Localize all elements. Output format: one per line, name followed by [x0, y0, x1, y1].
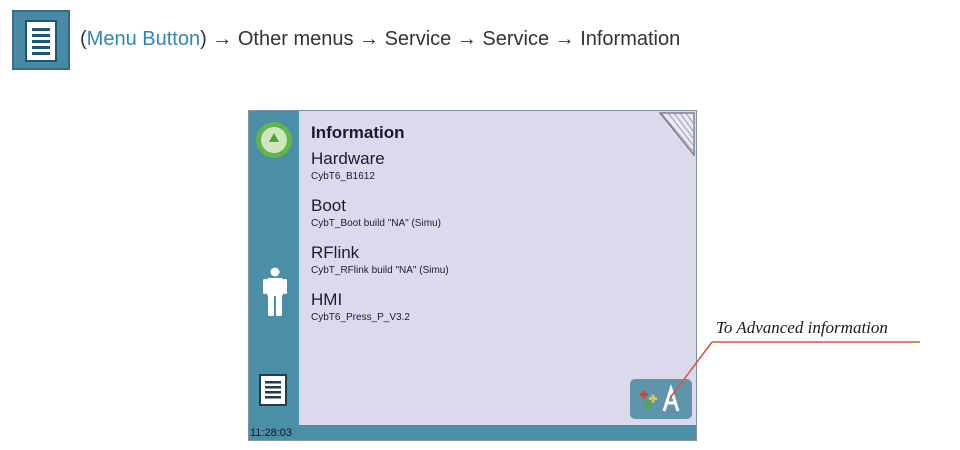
menu-list-icon: [25, 20, 57, 62]
left-panel: [249, 111, 299, 426]
advanced-settings-icon: [640, 384, 680, 412]
device-screen: Information Hardware CybT6_B1612 Boot Cy…: [248, 110, 697, 441]
breadcrumb-open-paren: (: [80, 28, 87, 50]
advanced-information-button[interactable]: [630, 379, 692, 419]
breadcrumb: (Menu Button) → Other menus → Service → …: [80, 28, 680, 51]
status-bar: 11:28:03: [249, 425, 696, 440]
rflink-value: CybT_RFlink build "NA" (Simu): [311, 265, 449, 276]
hardware-value: CybT6_B1612: [311, 171, 375, 182]
hmi-label: HMI: [311, 290, 343, 309]
screen-title: Information: [311, 123, 405, 142]
home-icon[interactable]: [256, 122, 292, 158]
menu-button-icon: [12, 10, 70, 70]
rflink-label: RFlink: [311, 243, 360, 262]
hardware-label: Hardware: [311, 149, 385, 168]
hmi-value: CybT6_Press_P_V3.2: [311, 312, 410, 323]
boot-label: Boot: [311, 196, 346, 215]
clock-text: 11:28:03: [250, 427, 293, 439]
corner-fold-icon[interactable]: [658, 111, 696, 157]
menu-button-link[interactable]: Menu Button: [87, 28, 200, 50]
breadcrumb-path: ) → Other menus → Service → Service → In…: [200, 28, 681, 50]
boot-value: CybT_Boot build "NA" (Simu): [311, 218, 441, 229]
annotation-label: To Advanced information: [716, 318, 888, 337]
person-icon[interactable]: [261, 267, 289, 317]
menu-list-icon[interactable]: [258, 373, 288, 407]
